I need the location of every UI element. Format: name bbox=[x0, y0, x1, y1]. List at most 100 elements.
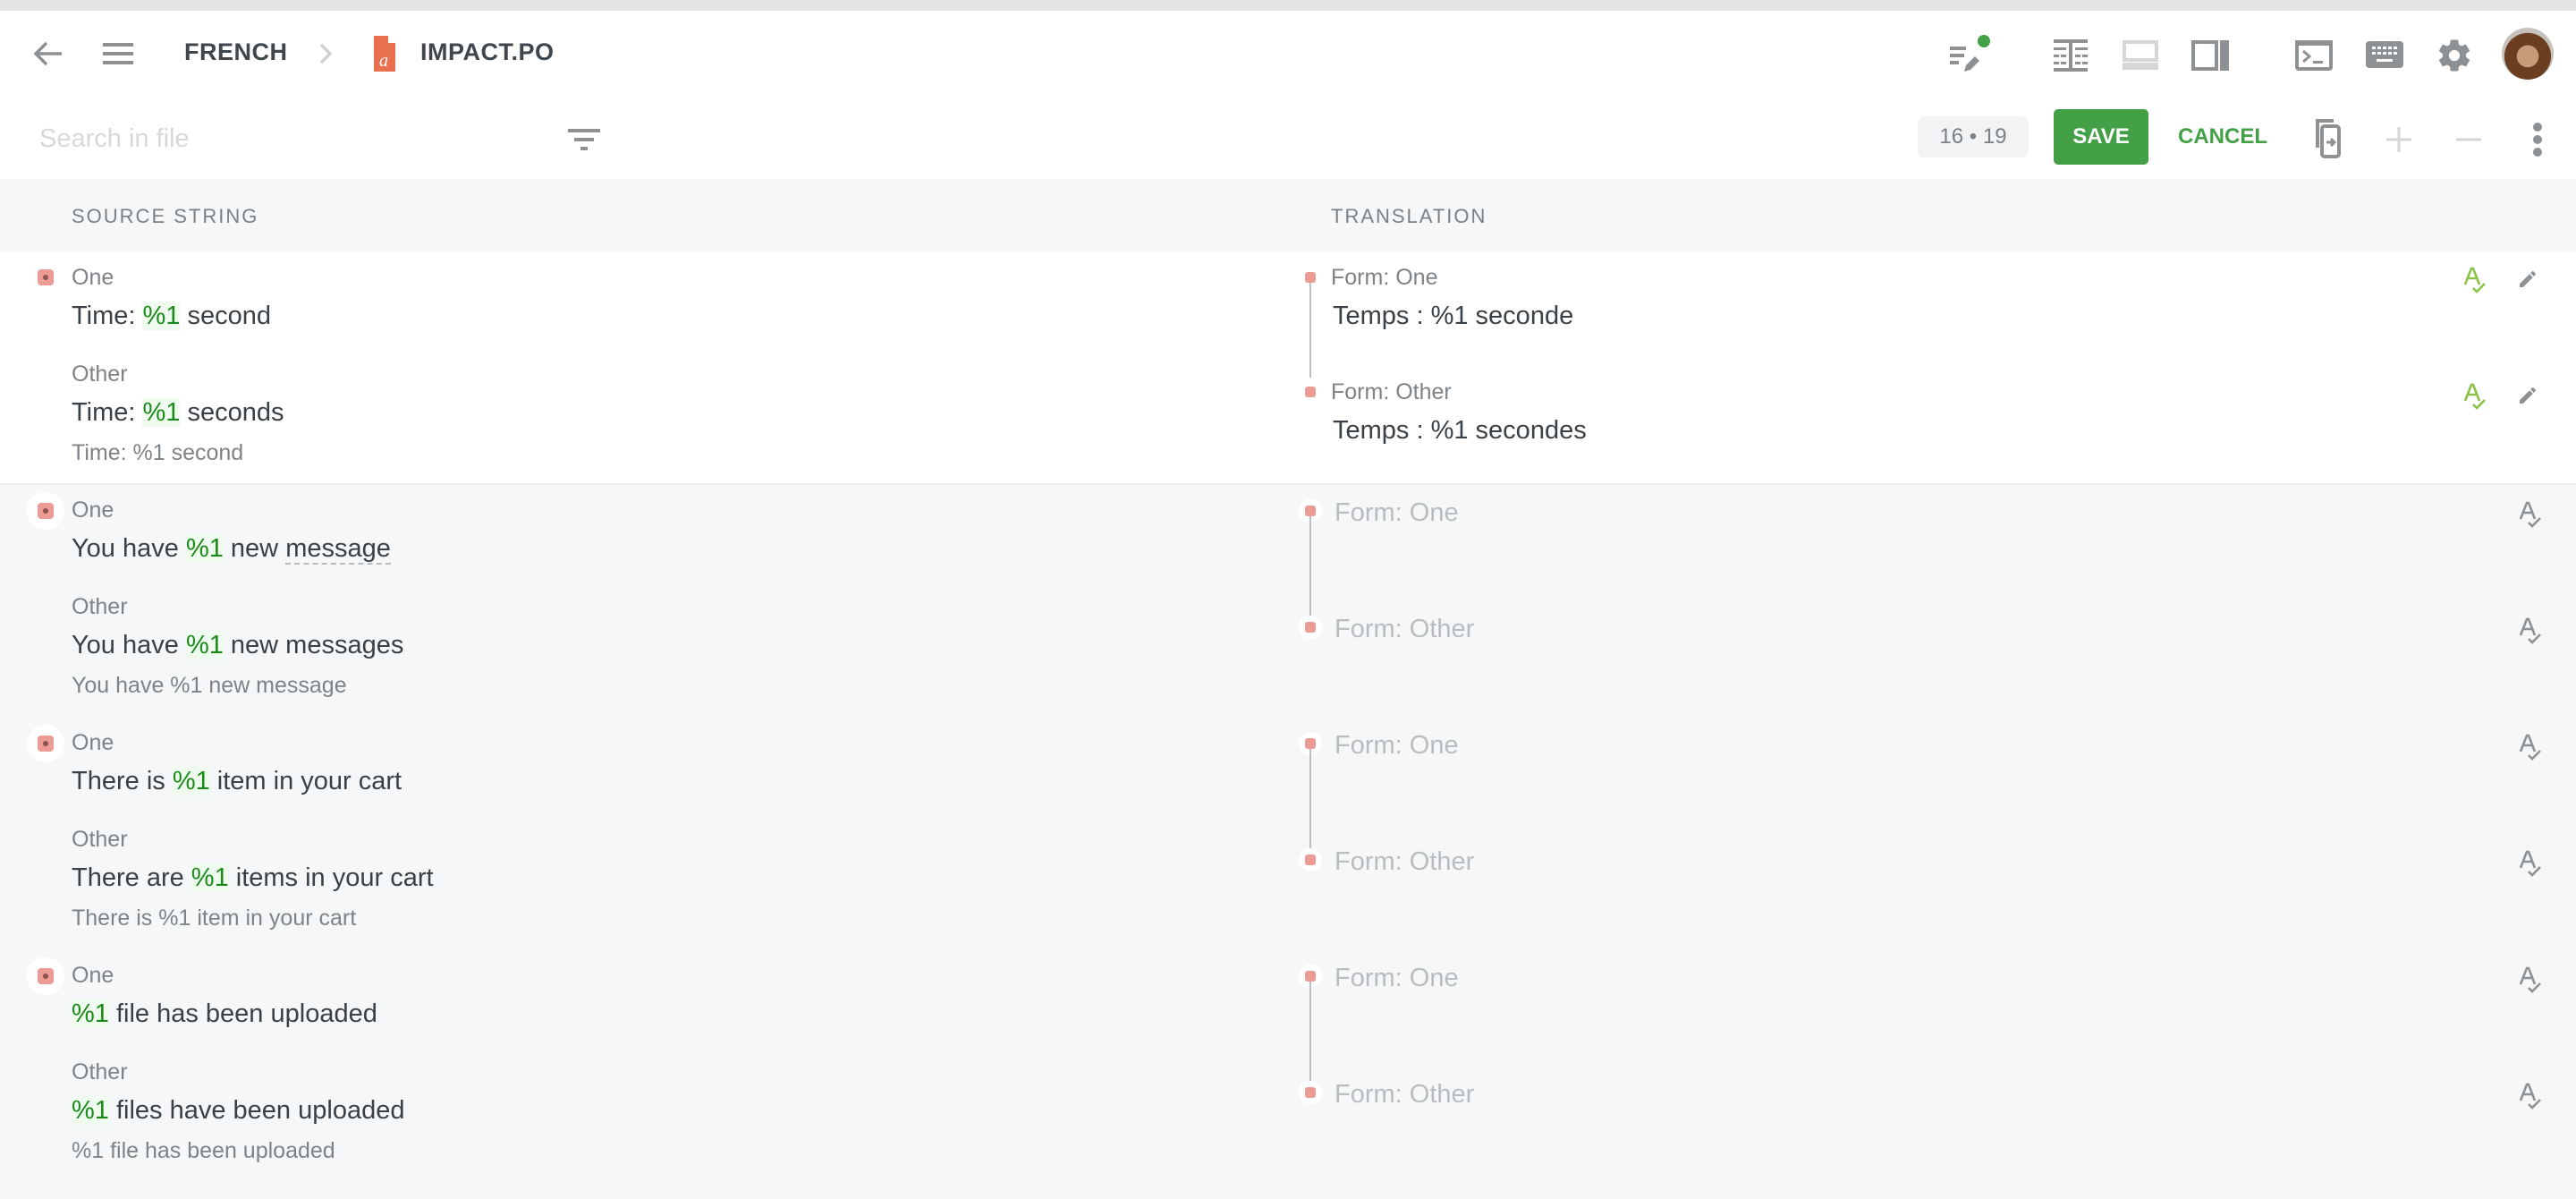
string-counter: 16 • 19 bbox=[1918, 116, 2029, 157]
pencil-edit-icon[interactable] bbox=[2513, 381, 2542, 410]
translation-text-one[interactable]: Temps : %1 seconde bbox=[1333, 302, 1573, 331]
text-segment: Time: bbox=[72, 398, 143, 427]
plural-label-one: One bbox=[72, 730, 114, 755]
svg-text:a: a bbox=[379, 51, 388, 71]
breadcrumb-file-name[interactable]: IMPACT.PO bbox=[420, 38, 555, 66]
placeholder-token: %1 bbox=[185, 534, 224, 563]
cancel-button[interactable]: CANCEL bbox=[2174, 109, 2272, 165]
plural-label-one: One bbox=[72, 265, 114, 290]
string-row[interactable]: One You have %1 new message Other You ha… bbox=[0, 485, 2576, 716]
browser-top-strip bbox=[0, 0, 2576, 11]
plural-label-one: One bbox=[72, 963, 114, 988]
glossary-term: message bbox=[285, 534, 391, 565]
sidebar-panel-icon[interactable] bbox=[2191, 38, 2231, 73]
filter-icon[interactable] bbox=[564, 122, 605, 157]
translation-input-other[interactable]: Form: Other bbox=[1335, 1080, 1474, 1110]
form-marker-icon bbox=[1305, 387, 1316, 397]
placeholder-token: %1 bbox=[72, 999, 109, 1028]
plural-label-other: Other bbox=[72, 361, 128, 387]
editor-toolbar: 16 • 19 SAVE CANCEL bbox=[0, 97, 2576, 179]
status-marker-icon bbox=[38, 968, 54, 984]
translation-input-one[interactable]: Form: One bbox=[1335, 964, 1459, 993]
spellcheck-icon[interactable] bbox=[2517, 848, 2546, 879]
placeholder-token: %1 bbox=[142, 398, 181, 427]
source-text-one: %1 file has been uploaded bbox=[72, 999, 377, 1029]
columns-layout-icon[interactable] bbox=[2052, 38, 2089, 73]
spellcheck-icon[interactable] bbox=[2517, 616, 2546, 646]
text-segment: new bbox=[223, 534, 286, 563]
source-context: You have %1 new message bbox=[72, 673, 347, 698]
text-segment: second bbox=[180, 302, 271, 330]
translation-text-other[interactable]: Temps : %1 secondes bbox=[1333, 416, 1587, 446]
chevron-right-icon bbox=[315, 41, 336, 66]
source-text-other: You have %1 new messages bbox=[72, 631, 403, 660]
breadcrumb-language[interactable]: FRENCH bbox=[184, 38, 288, 66]
horizontal-split-icon[interactable] bbox=[2122, 38, 2159, 73]
plural-label-other: Other bbox=[72, 827, 128, 852]
string-row[interactable]: One %1 file has been uploaded Other %1 f… bbox=[0, 950, 2576, 1199]
status-dot bbox=[1978, 35, 1990, 47]
settings-gear-icon[interactable] bbox=[2435, 36, 2474, 75]
text-segment: items in your cart bbox=[228, 863, 434, 892]
minus-icon[interactable] bbox=[2451, 122, 2487, 157]
spellcheck-icon[interactable] bbox=[2517, 965, 2546, 995]
user-avatar[interactable] bbox=[2502, 28, 2554, 80]
form-marker-icon bbox=[1305, 971, 1316, 982]
plus-icon[interactable] bbox=[2381, 122, 2417, 157]
text-segment: seconds bbox=[180, 398, 284, 427]
text-segment: There is bbox=[72, 767, 173, 795]
pencil-edit-icon[interactable] bbox=[2513, 265, 2542, 293]
edit-list-icon[interactable] bbox=[1948, 34, 1993, 75]
string-row[interactable]: One There is %1 item in your cart Other … bbox=[0, 718, 2576, 948]
terminal-icon[interactable] bbox=[2295, 38, 2333, 73]
search-in-file-input[interactable] bbox=[39, 118, 540, 159]
form-connector bbox=[1309, 749, 1311, 849]
spellcheck-icon[interactable] bbox=[2517, 732, 2546, 762]
text-segment: You have bbox=[72, 534, 186, 563]
spellcheck-icon[interactable] bbox=[2517, 1081, 2546, 1111]
source-text-other: Time: %1 seconds bbox=[72, 398, 284, 428]
string-row[interactable]: One Time: %1 second Other Time: %1 secon… bbox=[0, 252, 2576, 483]
spellcheck-icon[interactable] bbox=[2462, 381, 2490, 412]
source-context: %1 file has been uploaded bbox=[72, 1138, 335, 1163]
translation-input-other[interactable]: Form: Other bbox=[1335, 615, 1474, 644]
source-context: There is %1 item in your cart bbox=[72, 906, 357, 931]
source-string-column-header: SOURCE STRING bbox=[72, 205, 259, 227]
form-label-other: Form: Other bbox=[1331, 379, 1452, 404]
status-marker-icon bbox=[38, 503, 54, 519]
plural-label-other: Other bbox=[72, 594, 128, 619]
translation-input-other[interactable]: Form: Other bbox=[1335, 847, 1474, 877]
form-marker-icon bbox=[1305, 272, 1316, 283]
form-connector bbox=[1309, 283, 1311, 378]
form-marker-icon bbox=[1305, 1087, 1316, 1098]
more-vertical-icon[interactable] bbox=[2524, 120, 2551, 159]
text-segment: new messages bbox=[223, 631, 404, 659]
copy-source-icon[interactable] bbox=[2308, 116, 2347, 159]
keyboard-icon[interactable] bbox=[2366, 39, 2403, 70]
spellcheck-icon[interactable] bbox=[2462, 265, 2490, 295]
translation-input-one[interactable]: Form: One bbox=[1335, 731, 1459, 761]
translation-input-one[interactable]: Form: One bbox=[1335, 498, 1459, 528]
hamburger-menu-icon[interactable] bbox=[98, 38, 138, 70]
placeholder-token: %1 bbox=[172, 767, 210, 795]
form-marker-icon bbox=[1305, 855, 1316, 865]
placeholder-token: %1 bbox=[191, 863, 229, 892]
po-file-icon: a bbox=[374, 36, 395, 72]
spellcheck-icon[interactable] bbox=[2517, 499, 2546, 530]
save-button[interactable]: SAVE bbox=[2054, 109, 2148, 165]
placeholder-token: %1 bbox=[142, 302, 181, 330]
placeholder-token: %1 bbox=[185, 631, 224, 659]
app-header: FRENCH a IMPACT.PO bbox=[0, 11, 2576, 97]
source-text-one: You have %1 new message bbox=[72, 534, 391, 565]
text-segment: Time: bbox=[72, 302, 143, 330]
column-headers: SOURCE STRING TRANSLATION bbox=[0, 179, 2576, 252]
plural-label-other: Other bbox=[72, 1059, 128, 1084]
text-segment: item in your cart bbox=[209, 767, 402, 795]
text-segment: You have bbox=[72, 631, 186, 659]
text-segment: There are bbox=[72, 863, 191, 892]
form-label-one: Form: One bbox=[1331, 265, 1438, 290]
form-marker-icon bbox=[1305, 506, 1316, 516]
arrow-left-icon[interactable] bbox=[30, 38, 66, 70]
status-marker-icon bbox=[38, 736, 54, 752]
text-segment: files have been uploaded bbox=[108, 1096, 405, 1125]
